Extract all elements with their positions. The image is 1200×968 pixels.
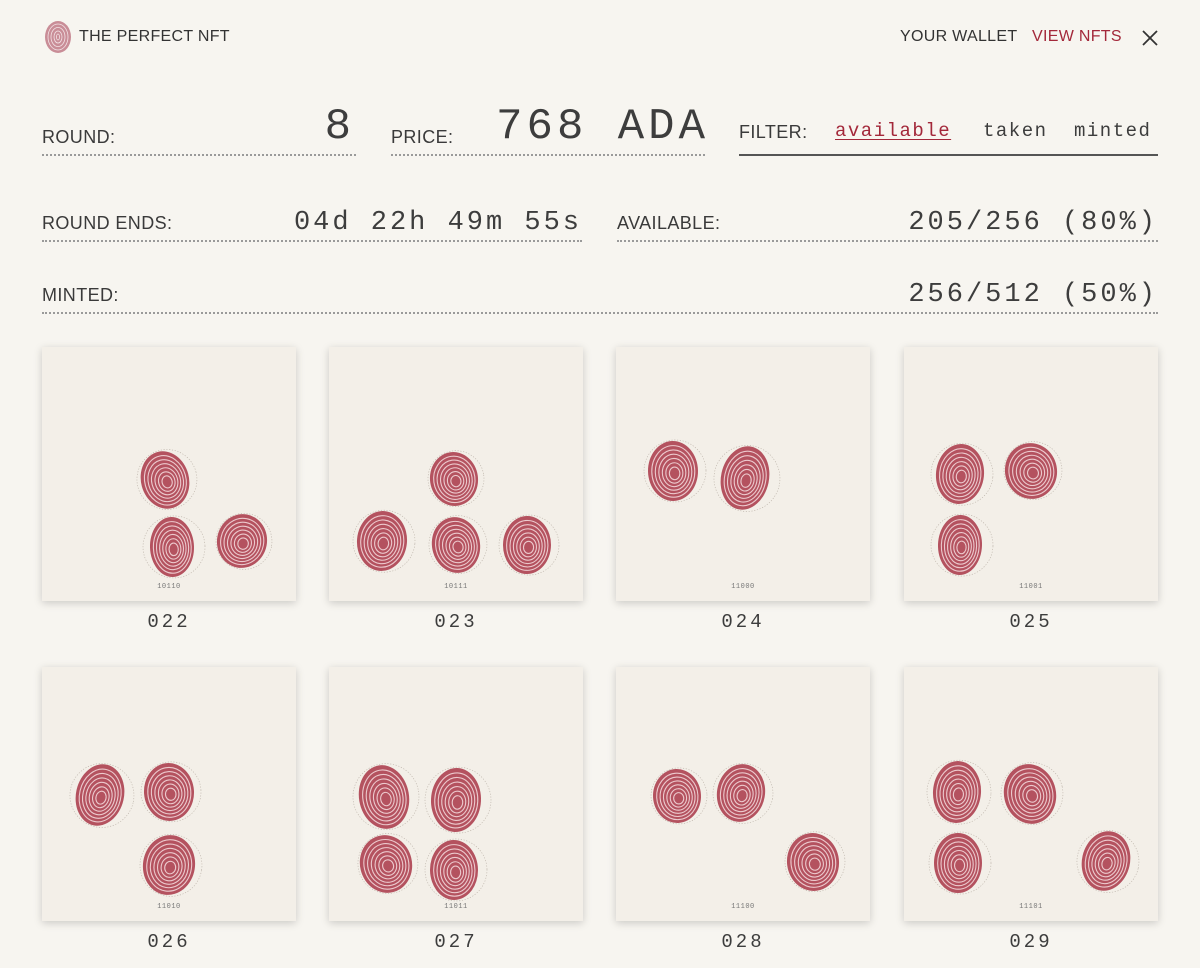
nft-binary-code: 10110 bbox=[157, 583, 181, 591]
fingerprint-icon bbox=[926, 759, 992, 825]
nft-number[interactable]: 028 bbox=[616, 931, 870, 953]
nav-your-wallet[interactable]: YOUR WALLET bbox=[900, 28, 1017, 46]
fingerprint-icon bbox=[784, 831, 846, 893]
round-ends-stat: ROUND ENDS: 04d 22h 49m 55s bbox=[42, 196, 582, 242]
fingerprint-icon bbox=[713, 445, 781, 512]
nft-number[interactable]: 027 bbox=[329, 931, 583, 953]
fingerprint-icon bbox=[1000, 762, 1064, 825]
nft-artwork bbox=[650, 763, 846, 893]
fingerprint-icon bbox=[140, 761, 202, 823]
minted-value: 256/512 (50%) bbox=[908, 280, 1158, 310]
filter-label: FILTER: bbox=[739, 122, 808, 142]
nft-card[interactable]: 11101 bbox=[904, 667, 1158, 921]
nft-card[interactable]: 11010 bbox=[42, 667, 296, 921]
fingerprint-logo-icon[interactable] bbox=[44, 20, 72, 54]
brand-title[interactable]: THE PERFECT NFT bbox=[79, 28, 230, 46]
nft-binary-code: 11101 bbox=[1019, 903, 1043, 911]
round-ends-value: 04d 22h 49m 55s bbox=[293, 208, 582, 238]
fingerprint-icon bbox=[930, 513, 994, 577]
price-label: PRICE: bbox=[391, 127, 454, 147]
fingerprint-icon bbox=[139, 834, 203, 897]
nft-binary-code: 11000 bbox=[731, 583, 755, 591]
nft-binary-code: 11011 bbox=[444, 903, 468, 911]
nft-card[interactable]: 11100 bbox=[616, 667, 870, 921]
nft-card[interactable]: 11001 bbox=[904, 347, 1158, 601]
nft-artwork bbox=[352, 450, 560, 576]
available-stat: AVAILABLE: 205/256 (80%) bbox=[617, 196, 1158, 242]
fingerprint-icon bbox=[1003, 441, 1063, 500]
fingerprint-icon bbox=[650, 767, 708, 825]
nft-number[interactable]: 026 bbox=[42, 931, 296, 953]
fingerprint-icon bbox=[136, 449, 198, 510]
nft-card[interactable]: 10111 bbox=[329, 347, 583, 601]
nav-view-nfts[interactable]: VIEW NFTS bbox=[1032, 28, 1122, 46]
nft-number[interactable]: 025 bbox=[904, 611, 1158, 633]
nft-artwork bbox=[643, 439, 781, 512]
available-value: 205/256 (80%) bbox=[908, 208, 1158, 238]
nft-artwork bbox=[930, 441, 1063, 577]
nft-binary-code: 11001 bbox=[1019, 583, 1043, 591]
nft-number[interactable]: 024 bbox=[616, 611, 870, 633]
nft-artwork bbox=[352, 763, 492, 902]
fingerprint-icon bbox=[424, 766, 492, 834]
fingerprint-icon bbox=[352, 509, 416, 573]
round-label: ROUND: bbox=[42, 127, 116, 147]
nft-card[interactable]: 11000 bbox=[616, 347, 870, 601]
round-ends-label: ROUND ENDS: bbox=[42, 213, 173, 233]
header: THE PERFECT NFT YOUR WALLET VIEW NFTS bbox=[0, 0, 1200, 76]
nft-artwork bbox=[69, 761, 203, 897]
fingerprint-icon bbox=[352, 763, 420, 830]
fingerprint-icon bbox=[215, 513, 273, 570]
filter-bar: FILTER: available taken minted bbox=[739, 104, 1158, 156]
nft-card[interactable]: 11011 bbox=[329, 667, 583, 921]
nft-card[interactable]: 10110 bbox=[42, 347, 296, 601]
nft-number[interactable]: 029 bbox=[904, 931, 1158, 953]
fingerprint-icon bbox=[142, 515, 206, 579]
price-stat: PRICE: 768 ADA bbox=[391, 96, 705, 156]
round-value: 8 bbox=[324, 102, 354, 152]
minted-label: MINTED: bbox=[42, 285, 119, 305]
nft-artwork bbox=[136, 449, 273, 579]
nft-number[interactable]: 022 bbox=[42, 611, 296, 633]
fingerprint-icon bbox=[712, 763, 774, 824]
fingerprint-icon bbox=[1076, 830, 1140, 893]
fingerprint-icon bbox=[69, 763, 135, 828]
fingerprint-icon bbox=[498, 514, 560, 576]
nft-number[interactable]: 023 bbox=[329, 611, 583, 633]
fingerprint-icon bbox=[427, 450, 485, 508]
nft-artwork bbox=[926, 759, 1140, 895]
fingerprint-icon bbox=[643, 439, 707, 503]
nft-binary-code: 11100 bbox=[731, 903, 755, 911]
minted-stat: MINTED: 256/512 (50%) bbox=[42, 268, 1158, 314]
round-stat: ROUND: 8 bbox=[42, 96, 356, 156]
filter-minted[interactable]: minted bbox=[1074, 120, 1151, 142]
available-label: AVAILABLE: bbox=[617, 213, 721, 233]
fingerprint-icon bbox=[424, 838, 488, 902]
filter-available[interactable]: available bbox=[835, 120, 951, 142]
fingerprint-icon bbox=[930, 442, 994, 506]
filter-taken[interactable]: taken bbox=[983, 120, 1048, 142]
nft-binary-code: 11010 bbox=[157, 903, 181, 911]
nft-binary-code: 10111 bbox=[444, 583, 468, 591]
close-icon[interactable] bbox=[1141, 29, 1159, 47]
fingerprint-icon bbox=[428, 515, 488, 574]
fingerprint-icon bbox=[357, 833, 419, 894]
price-value: 768 ADA bbox=[496, 102, 709, 152]
fingerprint-icon bbox=[928, 831, 992, 895]
